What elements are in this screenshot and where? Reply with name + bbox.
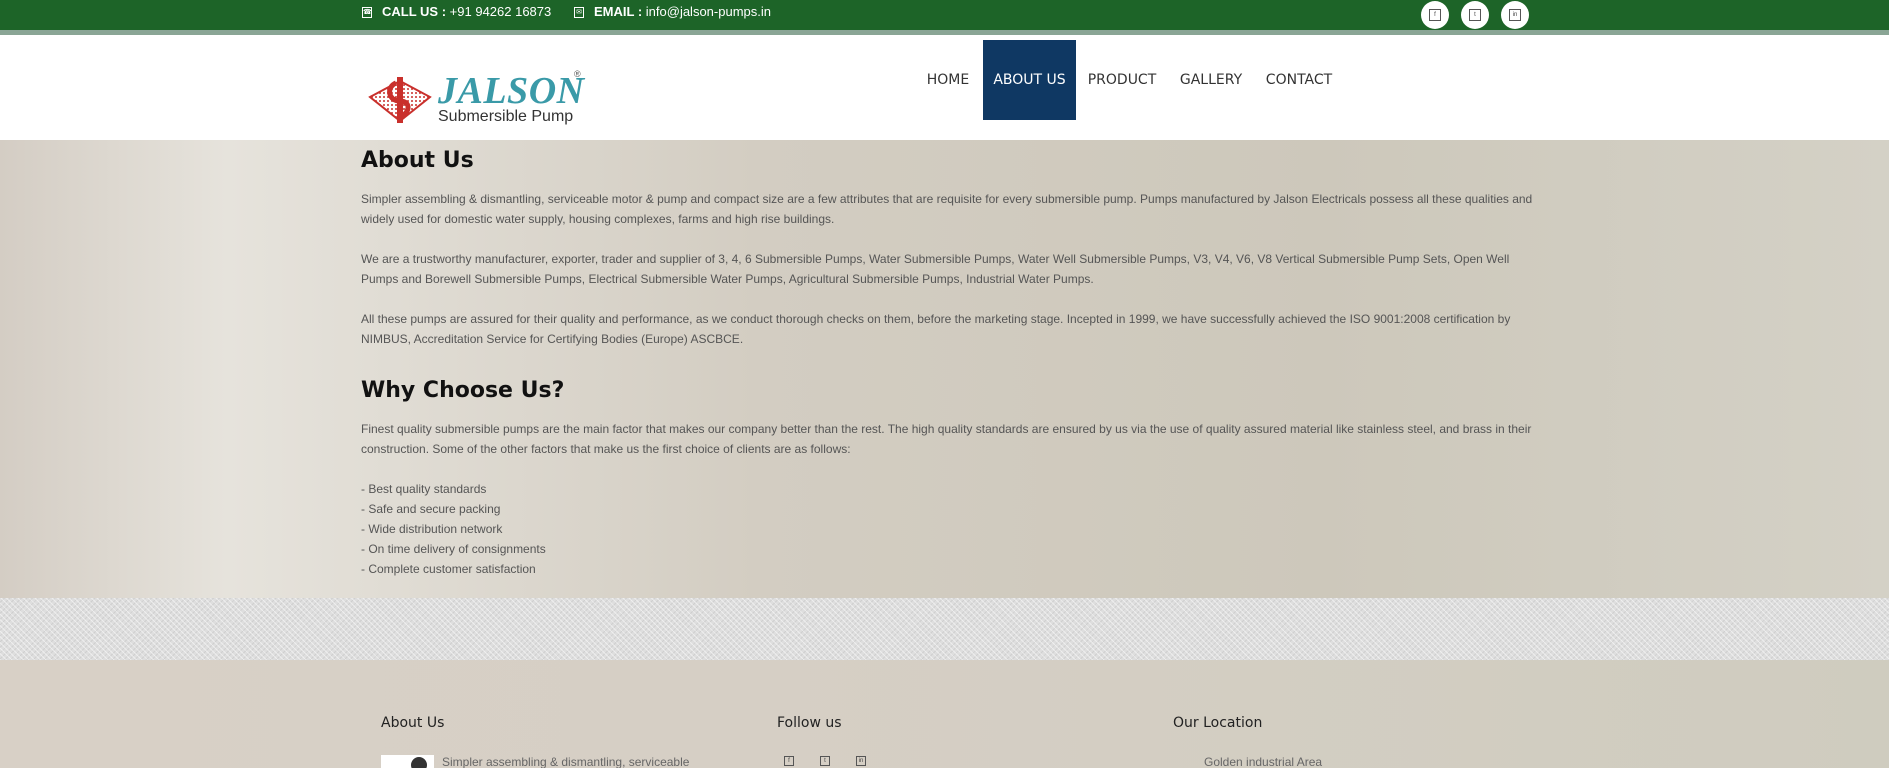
- top-bar-inner: ☎ CALL US : +91 94262 16873 ✉ EMAIL : info…: [360, 0, 1530, 30]
- footer-twitter-icon[interactable]: t: [820, 756, 830, 766]
- main-content: About Us Simpler assembling & dismantlin…: [0, 140, 1889, 598]
- footer-location-text: Golden industrial Area: [1204, 755, 1323, 768]
- site-footer: About Us Simpler assembling & dismantlin…: [0, 660, 1889, 768]
- about-paragraph-3: All these pumps are assured for their qu…: [361, 312, 1511, 346]
- top-bar: ☎ CALL US : +91 94262 16873 ✉ EMAIL : info…: [0, 0, 1889, 35]
- facebook-icon: f: [1429, 9, 1441, 21]
- why-list-item: - Complete customer satisfaction: [361, 562, 536, 576]
- registered-mark: ®: [574, 69, 581, 79]
- nav-gallery[interactable]: GALLERY: [1168, 40, 1254, 120]
- call-us[interactable]: ☎ CALL US : +91 94262 16873: [362, 4, 551, 19]
- nav-home[interactable]: HOME: [913, 40, 983, 120]
- why-list-item: - Best quality standards: [361, 482, 487, 496]
- phone-icon: ☎: [362, 7, 372, 19]
- footer-about-image: [381, 755, 434, 768]
- why-heading: Why Choose Us?: [361, 378, 565, 403]
- nav-about-us-label: ABOUT US: [993, 72, 1066, 88]
- logo-subtitle: Submersible Pump: [438, 108, 574, 125]
- why-list-item: - Safe and secure packing: [361, 502, 501, 516]
- why-list-item: - Wide distribution network: [361, 522, 503, 536]
- about-heading: About Us: [361, 148, 474, 173]
- social-icon-1[interactable]: f: [1421, 1, 1449, 29]
- site-logo[interactable]: JALSON ® Submersible Pump: [366, 35, 586, 130]
- footer-about-text: Simpler assembling & dismantling, servic…: [442, 755, 690, 768]
- footer-about-title: About Us: [381, 715, 445, 731]
- decorative-divider: [0, 598, 1889, 660]
- nav-product[interactable]: PRODUCT: [1076, 40, 1168, 120]
- about-paragraph-2: We are a trustworthy manufacturer, expor…: [361, 252, 1510, 286]
- linkedin-icon: in: [1509, 9, 1521, 21]
- email-icon: ✉: [574, 7, 584, 19]
- call-label: CALL US :: [382, 4, 447, 19]
- social-icon-3[interactable]: in: [1501, 1, 1529, 29]
- call-number: +91 94262 16873: [449, 4, 552, 19]
- person-icon: [411, 757, 427, 768]
- nav-contact[interactable]: CONTACT: [1254, 40, 1344, 120]
- footer-facebook-icon[interactable]: f: [784, 756, 794, 766]
- footer-linkedin-icon[interactable]: in: [856, 756, 866, 766]
- email-address: info@jalson-pumps.in: [645, 4, 771, 19]
- twitter-icon: t: [1469, 9, 1481, 21]
- pump-logo-icon: [368, 77, 432, 123]
- logo-name: JALSON: [438, 70, 585, 112]
- social-icon-2[interactable]: t: [1461, 1, 1489, 29]
- nav-gallery-label: GALLERY: [1179, 72, 1243, 88]
- nav-contact-label: CONTACT: [1265, 72, 1333, 88]
- why-list-item: - On time delivery of consignments: [361, 542, 546, 556]
- nav-home-label: HOME: [926, 72, 970, 88]
- email-us[interactable]: ✉ EMAIL : info@jalson-pumps.in: [574, 4, 771, 19]
- nav-about-us[interactable]: ABOUT US: [983, 40, 1076, 120]
- footer-follow-title: Follow us: [777, 715, 842, 731]
- email-label: EMAIL :: [594, 4, 643, 19]
- nav-product-label: PRODUCT: [1087, 72, 1157, 88]
- about-paragraph-1: Simpler assembling & dismantling, servic…: [361, 192, 1533, 226]
- footer-location-title: Our Location: [1173, 715, 1263, 731]
- why-paragraph: Finest quality submersible pumps are the…: [361, 422, 1532, 456]
